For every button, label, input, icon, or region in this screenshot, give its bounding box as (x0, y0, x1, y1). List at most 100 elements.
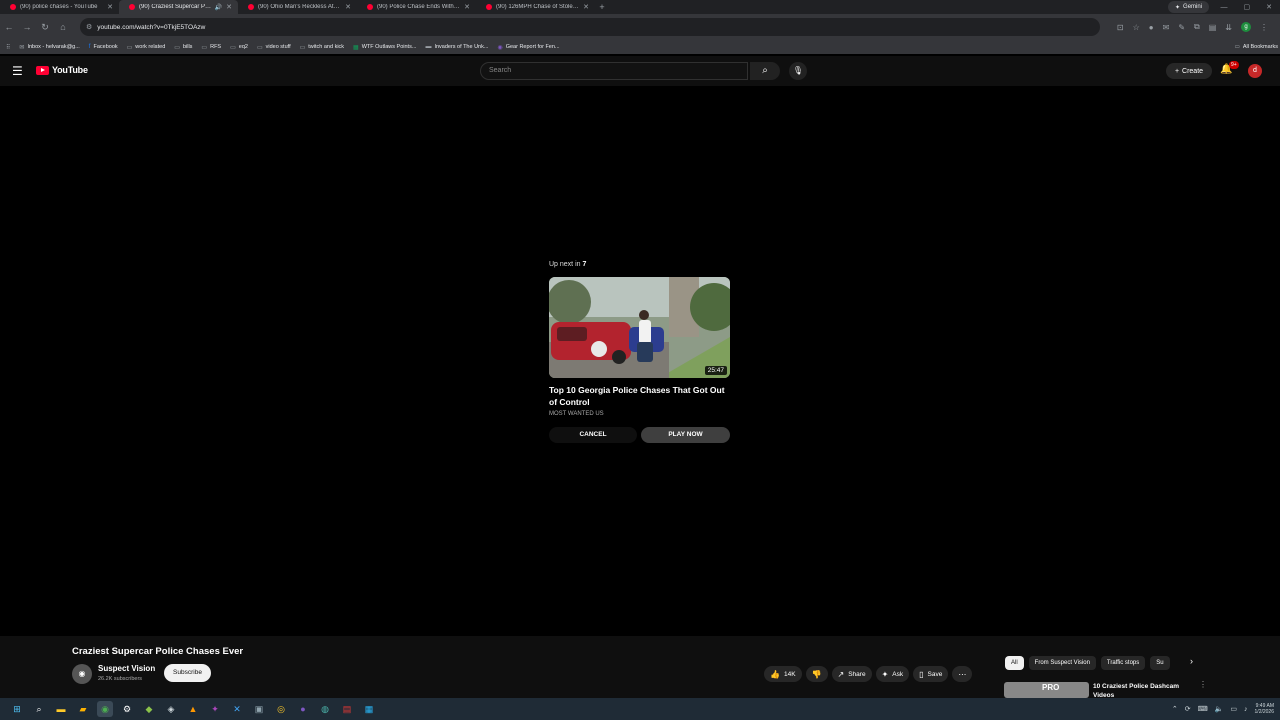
extensions-puzzle-icon[interactable]: ⧉ (1194, 22, 1200, 32)
chrome-icon[interactable]: ◎ (273, 701, 289, 717)
share-button[interactable]: ↗ Share (831, 666, 872, 682)
bookmark-item[interactable]: f Facebook (89, 44, 118, 50)
speaker-tray-icon[interactable]: ♪ (1244, 706, 1248, 713)
cancel-button[interactable]: CANCEL (549, 427, 637, 443)
hamburger-menu-icon[interactable]: ☰ (12, 64, 23, 78)
up-next-title[interactable]: Top 10 Georgia Police Chases That Got Ou… (549, 384, 731, 408)
gmail-extension-icon[interactable]: ✉ (1163, 23, 1170, 32)
search-button[interactable]: ⌕ (750, 62, 780, 80)
extension-icon[interactable]: ● (1149, 23, 1154, 32)
app-icon[interactable]: ✦ (207, 701, 223, 717)
network-icon[interactable]: ⌨ (1198, 705, 1208, 713)
app-icon[interactable]: ◈ (163, 701, 179, 717)
more-actions-button[interactable]: ⋯ (952, 666, 973, 682)
app-icon[interactable]: ▦ (361, 701, 377, 717)
close-tab-icon[interactable]: ✕ (345, 3, 351, 11)
chip-truncated[interactable]: Su (1150, 656, 1170, 670)
back-icon[interactable]: ← (0, 22, 18, 32)
browser-tab[interactable]: (90) Ohio Man's Reckless Attem... ✕ (238, 0, 357, 14)
more-vertical-icon[interactable]: ⋮ (1199, 680, 1207, 689)
chevron-up-icon[interactable]: ⌃ (1172, 705, 1178, 713)
more-menu-icon[interactable]: ⋮ (1260, 23, 1268, 32)
profile-avatar[interactable]: g (1241, 22, 1251, 32)
bookmark-item[interactable]: ▬ Invaders of The Unk... (425, 44, 488, 50)
search-icon[interactable]: ⌕ (31, 701, 47, 717)
file-explorer-icon[interactable]: ▬ (53, 701, 69, 717)
dislike-button[interactable]: 👎 (805, 666, 828, 682)
like-button[interactable]: 👍 14K (764, 666, 802, 682)
address-bar[interactable]: ⚙ youtube.com/watch?v=0TkjE5TOAzw (80, 18, 1100, 36)
reload-icon[interactable]: ↻ (36, 22, 54, 33)
browser-tab[interactable]: (90) police chases - YouTube ✕ (0, 0, 119, 14)
chrome-active-icon[interactable]: ◉ (97, 701, 113, 717)
folder-icon[interactable]: ▰ (75, 701, 91, 717)
youtube-logo[interactable]: YouTube (36, 65, 88, 75)
vlc-icon[interactable]: ▲ (185, 701, 201, 717)
app-icon[interactable]: ✕ (229, 701, 245, 717)
play-now-button[interactable]: PLAY NOW (641, 427, 730, 443)
site-info-icon[interactable]: ⚙ (86, 23, 92, 31)
install-app-icon[interactable]: ⊡ (1117, 23, 1124, 32)
side-panel-icon[interactable]: ▤ (1209, 23, 1217, 32)
chevron-right-icon[interactable]: › (1190, 656, 1193, 666)
folder-icon: ▭ (126, 44, 133, 51)
apps-grid-icon[interactable]: ⠿ (6, 44, 10, 51)
account-avatar[interactable]: d (1248, 64, 1262, 78)
close-tab-icon[interactable]: ✕ (107, 3, 113, 11)
all-bookmarks[interactable]: ▭ All Bookmarks (1235, 40, 1278, 54)
bookmark-folder[interactable]: ▭ bills (174, 44, 192, 51)
folder-icon: ▭ (174, 44, 180, 51)
bookmark-folder[interactable]: ▭ video stuff (257, 44, 291, 51)
up-next-thumbnail[interactable]: 25:47 (549, 277, 730, 378)
downloads-icon[interactable]: ⇊ (1225, 23, 1232, 32)
chip-from-channel[interactable]: From Suspect Vision (1028, 656, 1096, 670)
recommendation-thumbnail[interactable]: PRO (1004, 682, 1089, 698)
search-input[interactable]: Search (480, 62, 748, 80)
channel-name[interactable]: Suspect Vision (98, 664, 155, 673)
bookmark-item[interactable]: ▦ WTF Outlaws Points... (353, 44, 416, 51)
display-icon[interactable]: ▭ (1230, 705, 1237, 713)
save-button[interactable]: ▯ Save (913, 666, 949, 682)
messenger-icon[interactable]: ● (295, 701, 311, 717)
close-window-icon[interactable]: ✕ (1266, 3, 1272, 11)
bookmark-folder[interactable]: ▭ twitch and kick (300, 44, 344, 51)
app-icon[interactable]: ▣ (251, 701, 267, 717)
globe-icon[interactable]: ◍ (317, 701, 333, 717)
app-icon[interactable]: ◆ (141, 701, 157, 717)
settings-icon[interactable]: ⚙ (119, 701, 135, 717)
new-tab-button[interactable]: + (595, 2, 609, 12)
channel-avatar[interactable]: ◉ (72, 664, 92, 684)
speaker-icon[interactable]: 🔊 (215, 4, 222, 11)
bookmark-item[interactable]: ✉ Inbox - helvarak@g... (19, 44, 79, 51)
minimize-icon[interactable]: — (1221, 4, 1228, 11)
close-tab-icon[interactable]: ✕ (583, 3, 589, 11)
bookmark-folder[interactable]: ▭ eq2 (230, 44, 248, 51)
app-icon[interactable]: ▤ (339, 701, 355, 717)
gemini-button[interactable]: ✦ Gemini (1168, 1, 1210, 13)
chip-all[interactable]: All (1005, 656, 1024, 670)
close-tab-icon[interactable]: ✕ (464, 3, 470, 11)
bookmark-star-icon[interactable]: ☆ (1133, 23, 1140, 32)
browser-tab-active[interactable]: (90) Craziest Supercar Poli... 🔊 ✕ (119, 0, 238, 14)
clock[interactable]: 9:49 AM 1/2/2026 (1255, 703, 1274, 715)
volume-icon[interactable]: 🔈 (1215, 705, 1224, 713)
bookmark-folder[interactable]: ▭ RFS (201, 44, 221, 51)
bookmark-folder[interactable]: ▭ work related (127, 44, 166, 51)
chip-traffic-stops[interactable]: Traffic stops (1100, 656, 1146, 670)
voice-search-button[interactable]: 🎙 (789, 62, 807, 80)
sync-icon[interactable]: ⟳ (1185, 705, 1191, 713)
browser-tab[interactable]: (90) 126MPH Chase of Stolen P... ✕ (476, 0, 595, 14)
bookmark-item[interactable]: ◉ Gear Report for Fen... (497, 44, 559, 51)
subscribe-button[interactable]: Subscribe (164, 664, 211, 682)
close-tab-icon[interactable]: ✕ (226, 3, 232, 11)
extension-icon[interactable]: ✎ (1178, 23, 1185, 32)
thumbs-down-icon: 👎 (811, 669, 822, 679)
windows-start-icon[interactable]: ⊞ (9, 701, 25, 717)
browser-tab[interactable]: (90) Police Chase Ends With SU... ✕ (357, 0, 476, 14)
maximize-icon[interactable]: ▢ (1244, 3, 1251, 11)
forward-icon[interactable]: → (18, 22, 36, 32)
create-button[interactable]: + Create (1166, 63, 1212, 79)
home-icon[interactable]: ⌂ (54, 22, 72, 32)
recommendation-title[interactable]: 10 Craziest Police Dashcam Videos (1093, 682, 1193, 698)
ask-button[interactable]: ✦ Ask (875, 666, 910, 682)
